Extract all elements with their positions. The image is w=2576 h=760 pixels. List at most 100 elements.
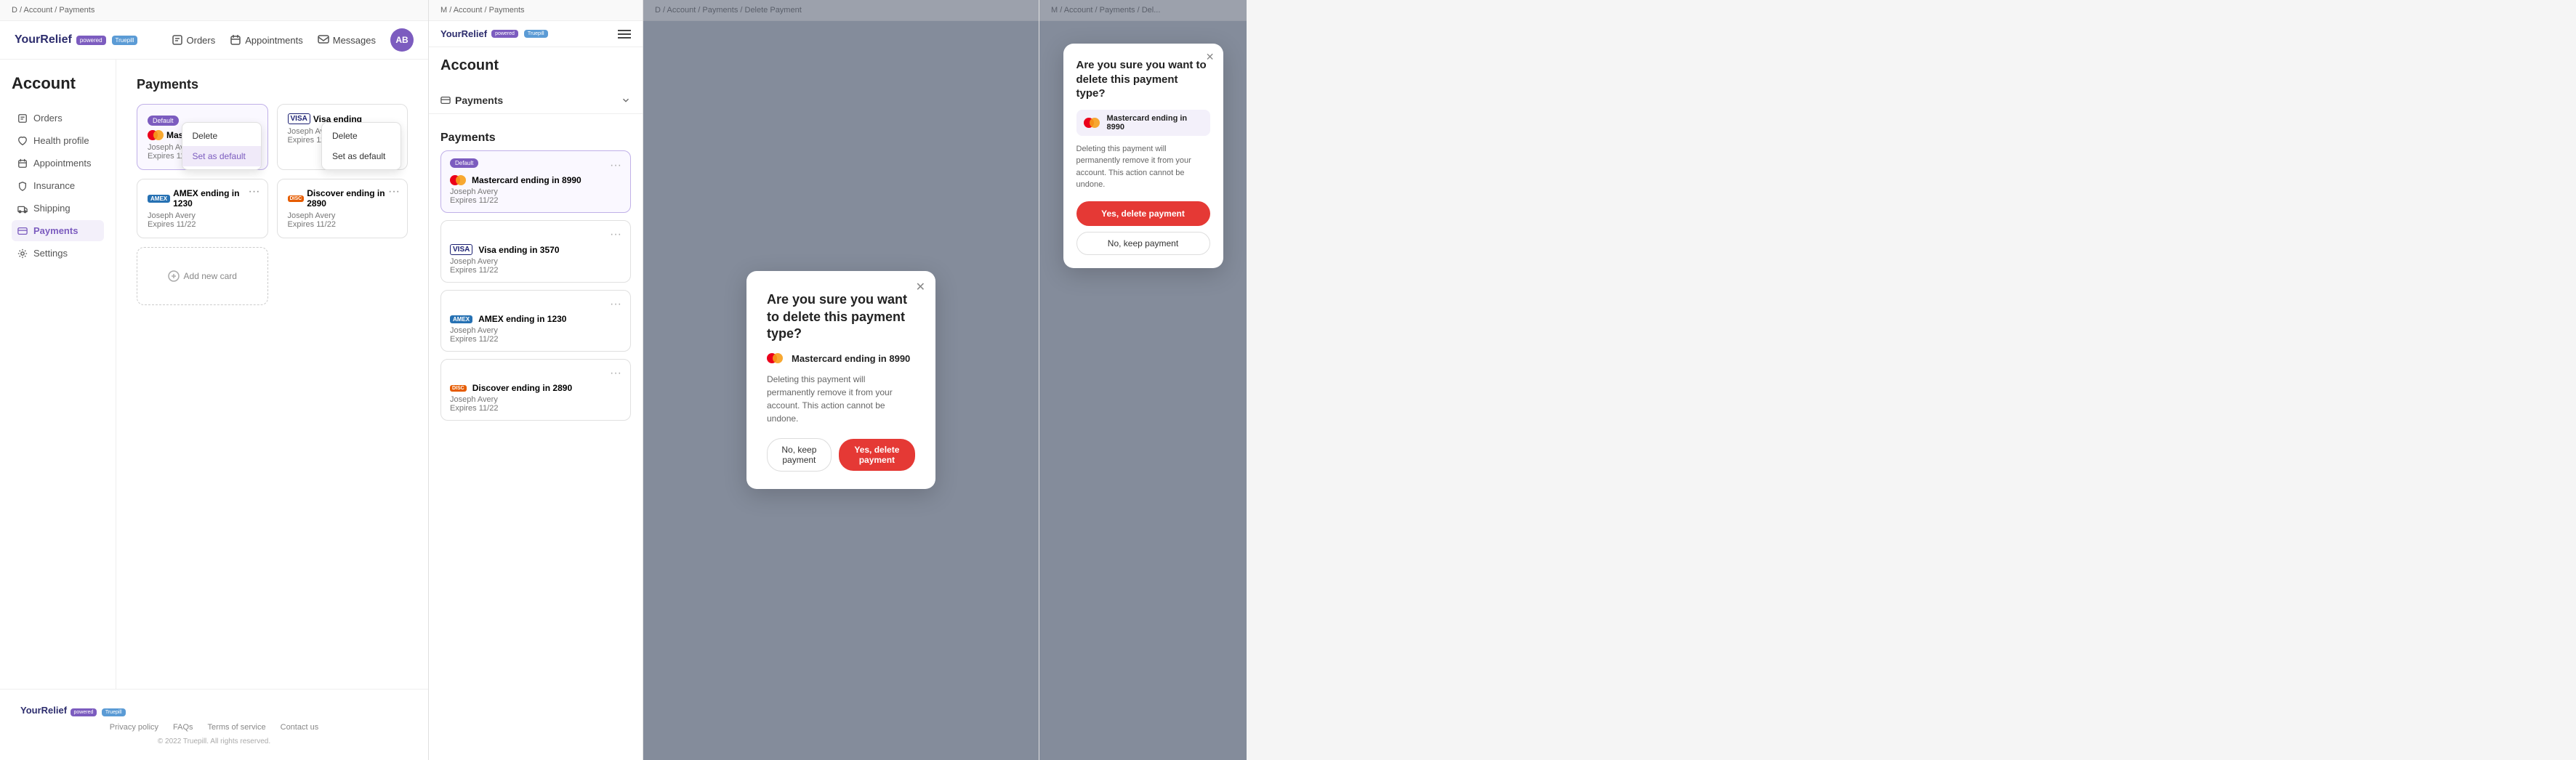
discover-menu-trigger[interactable]: ··· bbox=[388, 185, 400, 198]
mobile-dialog-title: Are you sure you want to delete this pay… bbox=[1076, 58, 1210, 101]
sidebar: Account Orders Health profile Appointmen… bbox=[0, 60, 116, 689]
add-icon bbox=[168, 270, 180, 282]
hamburger-menu[interactable] bbox=[618, 30, 631, 39]
amex-menu-trigger[interactable]: ··· bbox=[249, 185, 260, 198]
amex-icon: AMEX bbox=[148, 195, 170, 203]
breadcrumb-desktop: D / Account / Payments bbox=[0, 0, 428, 21]
appointments-sidebar-icon bbox=[17, 158, 28, 169]
mobile-section-header: Payments bbox=[429, 87, 643, 114]
insurance-sidebar-icon bbox=[17, 181, 28, 191]
footer: YourRelief powered Truepill Privacy poli… bbox=[0, 689, 428, 760]
mobile-visa-name: Visa ending in 3570 bbox=[478, 245, 559, 255]
mobile-visa-expires: Expires 11/22 bbox=[450, 266, 621, 275]
nav-messages[interactable]: Messages bbox=[318, 34, 376, 46]
dialog-card-name: Mastercard ending in 8990 bbox=[792, 353, 910, 364]
orders-icon bbox=[172, 34, 183, 46]
dropdown-set-default[interactable]: Set as default bbox=[182, 146, 261, 166]
dropdown-delete-visa[interactable]: Delete bbox=[322, 126, 401, 146]
mobile-chevron-icon[interactable] bbox=[621, 95, 631, 105]
mobile-visa-icon: VISA bbox=[450, 244, 472, 255]
mobile-default-badge: Default bbox=[450, 158, 478, 168]
sidebar-item-settings[interactable]: Settings bbox=[12, 243, 104, 264]
mobile-card-discover: ··· DISC Discover ending in 2890 Joseph … bbox=[440, 359, 631, 421]
logo-badge-powered: powered bbox=[76, 36, 106, 45]
sidebar-health-label: Health profile bbox=[33, 135, 89, 146]
hamburger-line2 bbox=[618, 33, 631, 35]
mobile-dialog-close[interactable]: ✕ bbox=[1206, 51, 1215, 63]
account-title: Account bbox=[12, 74, 104, 93]
footer-faqs[interactable]: FAQs bbox=[173, 723, 193, 732]
nav-orders[interactable]: Orders bbox=[172, 34, 216, 46]
card-amex: ··· AMEX AMEX ending in 1230 Joseph Aver… bbox=[137, 179, 268, 238]
mobile-delete-button[interactable]: Yes, delete payment bbox=[1076, 201, 1210, 226]
discover-icon: DISC bbox=[288, 195, 305, 202]
mastercard-icon bbox=[148, 130, 164, 140]
messages-icon bbox=[318, 34, 329, 46]
dialog-overlay: ✕ Are you sure you want to delete this p… bbox=[643, 0, 1039, 760]
mobile-amex-menu[interactable]: ··· bbox=[610, 298, 621, 311]
footer-terms[interactable]: Terms of service bbox=[208, 723, 266, 732]
mobile-card-visa: ··· VISA Visa ending in 3570 Joseph Aver… bbox=[440, 220, 631, 283]
sidebar-item-health[interactable]: Health profile bbox=[12, 130, 104, 151]
mobile-amex-expires: Expires 11/22 bbox=[450, 335, 621, 344]
nav-appointments[interactable]: Appointments bbox=[230, 34, 303, 46]
sidebar-item-payments[interactable]: Payments bbox=[12, 220, 104, 241]
mobile-account-title-area: Account bbox=[429, 47, 643, 87]
desktop-payments-panel: D / Account / Payments YourRelief powere… bbox=[0, 0, 429, 760]
dialog-description: Deleting this payment will permanently r… bbox=[767, 373, 915, 425]
mobile-mastercard-expires: Expires 11/22 bbox=[450, 196, 621, 205]
mobile-mastercard-holder: Joseph Avery bbox=[450, 187, 621, 196]
sidebar-item-orders[interactable]: Orders bbox=[12, 108, 104, 129]
mobile-delete-dialog: ✕ Are you sure you want to delete this p… bbox=[1063, 44, 1223, 268]
mobile-mastercard-menu[interactable]: ··· bbox=[610, 159, 621, 172]
mobile-amex-name: AMEX ending in 1230 bbox=[478, 314, 566, 324]
sidebar-item-insurance[interactable]: Insurance bbox=[12, 175, 104, 196]
mobile-card-mastercard: Default ··· Mastercard ending in 8990 Jo… bbox=[440, 150, 631, 213]
desktop-header: YourRelief powered Truepill Orders Appoi… bbox=[0, 21, 428, 60]
visa-icon: VISA bbox=[288, 113, 310, 124]
mobile-logo: YourRelief powered Truepill bbox=[440, 28, 548, 39]
shipping-sidebar-icon bbox=[17, 203, 28, 214]
mobile-section-title-label: Payments bbox=[455, 94, 503, 106]
mobile-header: YourRelief powered Truepill bbox=[429, 21, 643, 47]
payments-title: Payments bbox=[137, 77, 408, 92]
mobile-delete-panel: M / Account / Payments / Del... ✕ Are yo… bbox=[1039, 0, 1247, 760]
footer-privacy[interactable]: Privacy policy bbox=[110, 723, 158, 732]
hamburger-line1 bbox=[618, 30, 631, 31]
dialog-card-row: Mastercard ending in 8990 bbox=[767, 353, 915, 364]
dialog-close-button[interactable]: ✕ bbox=[916, 280, 925, 294]
sidebar-settings-label: Settings bbox=[33, 248, 68, 259]
nav-messages-label: Messages bbox=[333, 35, 376, 46]
dropdown-delete[interactable]: Delete bbox=[182, 126, 261, 146]
dropdown-set-default-visa[interactable]: Set as default bbox=[322, 146, 401, 166]
sidebar-orders-label: Orders bbox=[33, 113, 63, 124]
logo-badge-truepill: Truepill bbox=[112, 36, 138, 45]
breadcrumb-mobile: M / Account / Payments bbox=[429, 0, 643, 21]
mobile-keep-button[interactable]: No, keep payment bbox=[1076, 232, 1210, 255]
main-content: Account Orders Health profile Appointmen… bbox=[0, 60, 428, 689]
mobile-visa-holder: Joseph Avery bbox=[450, 257, 621, 266]
appointments-icon bbox=[230, 34, 241, 46]
nav-orders-label: Orders bbox=[187, 35, 216, 46]
add-card-button[interactable]: Add new card bbox=[137, 247, 268, 305]
footer-logo: YourRelief bbox=[20, 705, 67, 716]
mobile-amex-holder: Joseph Avery bbox=[450, 326, 621, 335]
mobile-discover-menu[interactable]: ··· bbox=[610, 367, 621, 380]
visa-dropdown: Delete Set as default bbox=[321, 122, 401, 170]
mobile-logo-text: YourRelief bbox=[440, 28, 487, 39]
delete-payment-button[interactable]: Yes, delete payment bbox=[839, 439, 915, 471]
keep-payment-button[interactable]: No, keep payment bbox=[767, 438, 832, 472]
sidebar-item-shipping[interactable]: Shipping bbox=[12, 198, 104, 219]
health-sidebar-icon bbox=[17, 136, 28, 146]
mobile-dialog-desc: Deleting this payment will permanently r… bbox=[1076, 143, 1210, 191]
logo: YourRelief powered Truepill bbox=[15, 33, 137, 47]
mobile-discover-expires: Expires 11/22 bbox=[450, 404, 621, 413]
footer-contact[interactable]: Contact us bbox=[281, 723, 319, 732]
card-visa: VISA Visa ending Joseph Avery Expires 11… bbox=[277, 104, 408, 170]
sidebar-item-appointments[interactable]: Appointments bbox=[12, 153, 104, 174]
mobile-payments-panel: M / Account / Payments YourRelief powere… bbox=[429, 0, 643, 760]
footer-copy: © 2022 Truepill. All rights reserved. bbox=[20, 737, 408, 745]
cards-grid: Default Mastercard ending Joseph Avery E… bbox=[137, 104, 408, 238]
mobile-visa-menu[interactable]: ··· bbox=[610, 228, 621, 241]
avatar[interactable]: AB bbox=[390, 28, 414, 52]
